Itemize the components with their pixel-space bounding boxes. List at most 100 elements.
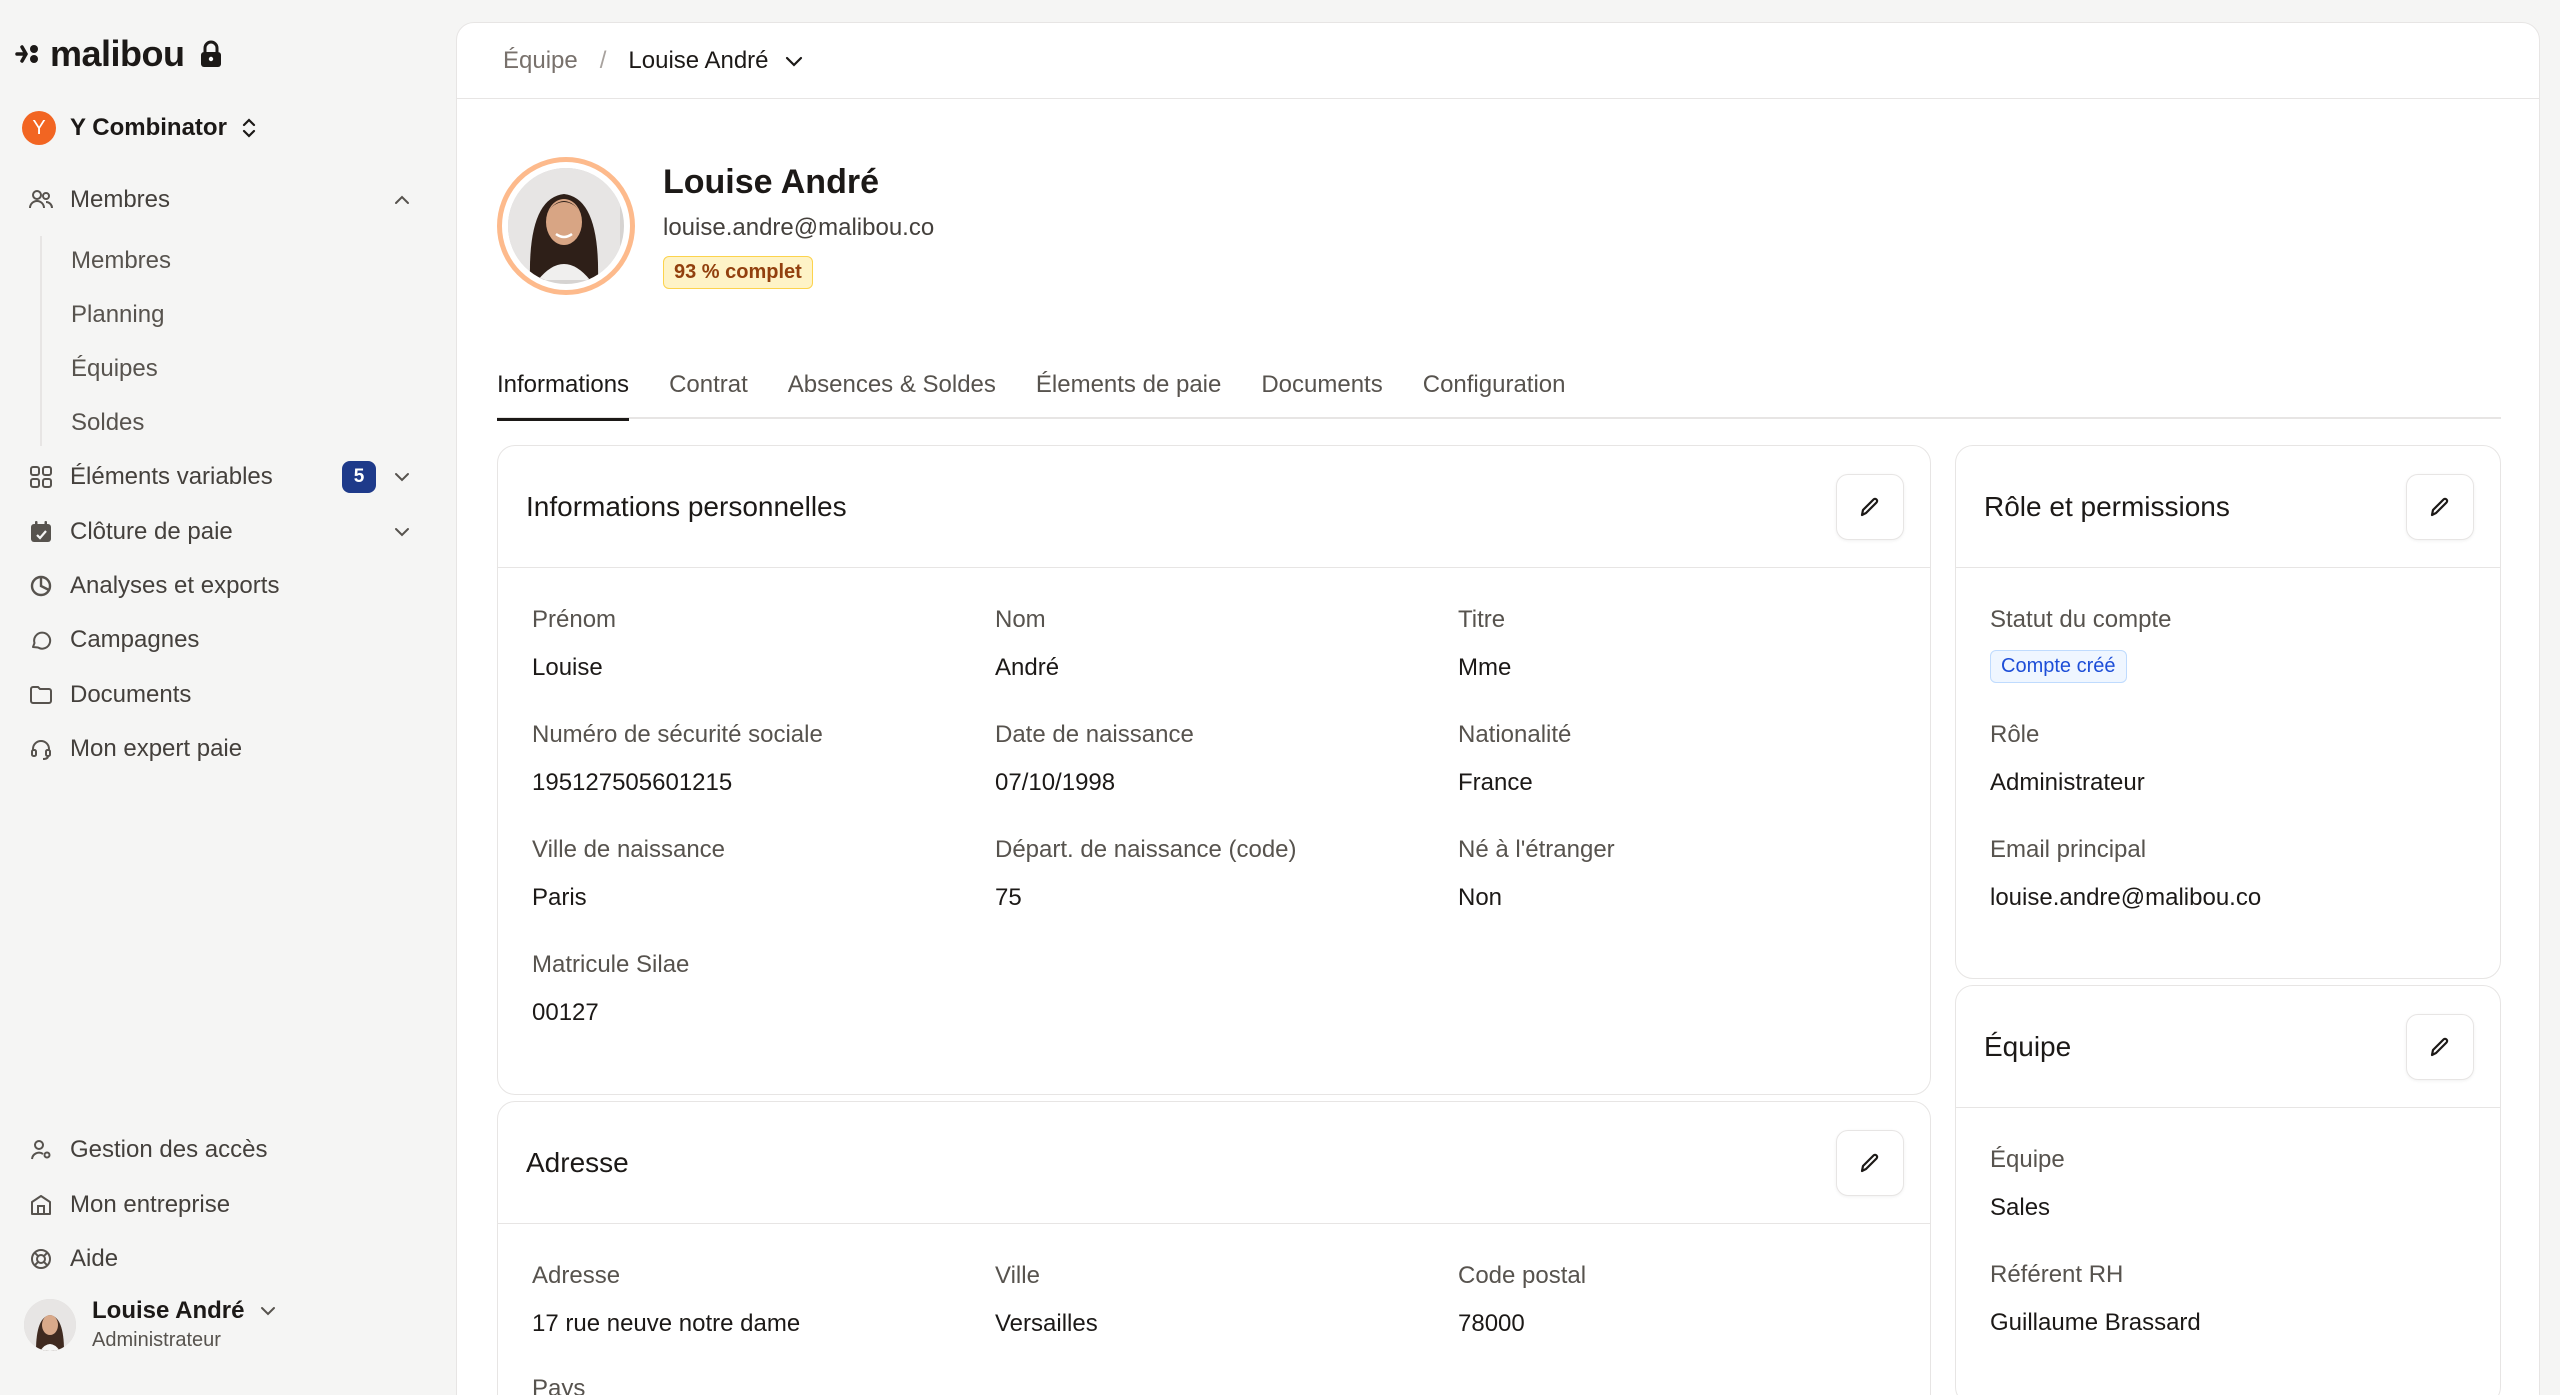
field-label: Statut du compte: [1990, 606, 2172, 633]
sidebar-item-gestion-des-acces[interactable]: Gestion des accès: [28, 1128, 412, 1172]
main-panel: Équipe / Louise André Louise André louis…: [456, 22, 2540, 1395]
sidebar: malibou Y Y Combinator Membres Membres P…: [0, 0, 452, 1395]
breadcrumb: Équipe / Louise André: [457, 23, 2539, 99]
field-matricule-silae: Matricule Silae 00127: [532, 951, 689, 1027]
tab-contrat[interactable]: Contrat: [669, 351, 748, 419]
card-title: Adresse: [526, 1146, 629, 1178]
tab-configuration[interactable]: Configuration: [1423, 351, 1566, 419]
field-label: Matricule Silae: [532, 951, 690, 978]
breadcrumb-parent[interactable]: Équipe: [503, 47, 578, 75]
subnav-line: [40, 236, 42, 446]
sidebar-item-cloture-de-paie[interactable]: Clôture de paie: [28, 510, 412, 554]
sidebar-item-mon-expert-paie[interactable]: Mon expert paie: [28, 727, 412, 771]
field-value: 195127505601215: [532, 769, 733, 796]
app-logo[interactable]: malibou: [14, 32, 223, 76]
field-label: Pays: [532, 1375, 586, 1395]
tab-absences-soldes[interactable]: Absences & Soldes: [788, 351, 996, 419]
sidebar-item-analyses-et-exports[interactable]: Analyses et exports: [28, 564, 412, 608]
lock-icon: [200, 40, 221, 67]
sidebar-subitem-equipes[interactable]: Équipes: [71, 349, 158, 389]
breadcrumb-separator: /: [599, 46, 607, 74]
profile-header: Louise André louise.andre@malibou.co 93 …: [497, 157, 934, 295]
grid-icon: [28, 464, 54, 490]
sidebar-item-membres-section[interactable]: Membres: [28, 178, 412, 222]
field-label: Départ. de naissance (code): [995, 836, 1297, 863]
field-label: Code postal: [1458, 1262, 1587, 1289]
building-icon: [28, 1192, 54, 1218]
card-title: Équipe: [1984, 1030, 2072, 1062]
field-label: Équipe: [1990, 1146, 2065, 1173]
tab-informations[interactable]: Informations: [497, 351, 630, 421]
breadcrumb-current: Louise André: [628, 46, 769, 74]
field-titre: Titre Mme: [1458, 606, 1511, 682]
sidebar-item-label: Éléments variables: [70, 463, 273, 490]
edit-address-button[interactable]: [1836, 1129, 1904, 1196]
field-label: Date de naissance: [995, 721, 1194, 748]
company-avatar: Y: [22, 111, 56, 145]
edit-role-button[interactable]: [2406, 473, 2474, 540]
field-value: 75: [995, 884, 1022, 911]
field-value: Non: [1458, 884, 1503, 911]
field-value: 07/10/1998: [995, 769, 1116, 796]
card-header: Informations personnelles: [498, 446, 1930, 568]
field-value: louise.andre@malibou.co: [1990, 884, 2262, 911]
card-title: Rôle et permissions: [1984, 490, 2230, 522]
edit-team-button[interactable]: [2406, 1013, 2474, 1080]
chevron-down-icon: [261, 1307, 276, 1316]
sidebar-item-label: Clôture de paie: [70, 518, 233, 545]
field-label: Titre: [1458, 606, 1506, 633]
field-value: Versailles: [995, 1310, 1098, 1337]
field-adresse: Adresse 17 rue neuve notre dame: [532, 1262, 800, 1338]
field-value: France: [1458, 769, 1533, 796]
sidebar-item-aide[interactable]: Aide: [28, 1237, 412, 1281]
sidebar-item-campagnes[interactable]: Campagnes: [28, 618, 412, 662]
sidebar-item-label: Mon entreprise: [70, 1191, 231, 1218]
chevron-down-icon: [395, 528, 409, 537]
sidebar-subitem-soldes[interactable]: Soldes: [71, 403, 144, 443]
field-depart-de-naissance: Départ. de naissance (code) 75: [995, 836, 1297, 912]
field-value: Administrateur: [1990, 769, 2145, 796]
field-prenom: Prénom Louise: [532, 606, 616, 682]
card-header: Équipe: [1956, 986, 2500, 1108]
role-permissions-card: Rôle et permissions Statut du compte Com…: [1955, 445, 2501, 979]
folder-icon: [28, 682, 54, 708]
field-nom: Nom André: [995, 606, 1059, 682]
sidebar-subitem-membres[interactable]: Membres: [71, 241, 171, 281]
tab-documents[interactable]: Documents: [1261, 351, 1382, 419]
field-value: André: [995, 654, 1060, 681]
field-nationalite: Nationalité France: [1458, 721, 1571, 797]
edit-personal-info-button[interactable]: [1836, 473, 1904, 540]
account-status-badge: Compte créé: [1990, 650, 2127, 683]
field-label: Ville: [995, 1262, 1040, 1289]
sidebar-item-label: Mon expert paie: [70, 735, 243, 762]
field-label: Prénom: [532, 606, 617, 633]
field-ville-de-naissance: Ville de naissance Paris: [532, 836, 725, 912]
field-numero-securite-sociale: Numéro de sécurité sociale 1951275056012…: [532, 721, 823, 797]
field-value: 17 rue neuve notre dame: [532, 1310, 801, 1337]
field-code-postal: Code postal 78000: [1458, 1262, 1586, 1338]
sidebar-item-mon-entreprise[interactable]: Mon entreprise: [28, 1183, 412, 1227]
field-ville: Ville Versailles: [995, 1262, 1098, 1338]
tab-elements-de-paie[interactable]: Élements de paie: [1036, 351, 1221, 419]
field-role: Rôle Administrateur: [1990, 721, 2145, 797]
company-switcher[interactable]: Y Y Combinator: [22, 108, 257, 148]
team-card: Équipe Équipe Sales Référent RH Guillaum…: [1955, 985, 2501, 1395]
field-value: Paris: [532, 884, 587, 911]
breadcrumb-current-dropdown[interactable]: Louise André: [628, 47, 804, 75]
field-value: 00127: [532, 999, 599, 1026]
field-value: Guillaume Brassard: [1990, 1309, 2201, 1336]
user-avatar: [24, 1298, 76, 1351]
malibou-logo-icon: [15, 45, 38, 63]
sidebar-subitem-planning[interactable]: Planning: [71, 295, 164, 335]
pencil-icon: [1860, 1153, 1879, 1172]
sidebar-item-elements-variables[interactable]: Éléments variables 5: [28, 455, 412, 499]
chevron-down-icon: [395, 473, 409, 482]
field-value: Mme: [1458, 654, 1512, 681]
field-label: Ville de naissance: [532, 836, 726, 863]
field-label: Adresse: [532, 1262, 621, 1289]
sidebar-item-documents[interactable]: Documents: [28, 673, 412, 717]
field-equipe: Équipe Sales: [1990, 1146, 2065, 1222]
profile-photo: [508, 168, 624, 284]
profile-avatar[interactable]: [497, 157, 635, 295]
current-user-menu[interactable]: Louise André Administrateur: [24, 1297, 278, 1352]
